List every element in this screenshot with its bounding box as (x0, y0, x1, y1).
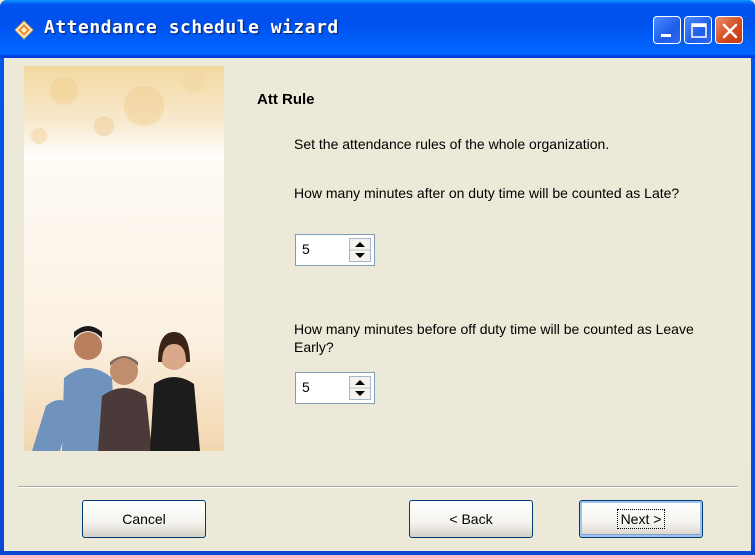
back-button[interactable]: < Back (409, 500, 533, 538)
window-title: Attendance schedule wizard (44, 17, 339, 38)
maximize-icon (691, 23, 707, 38)
page-title: Att Rule (257, 91, 315, 108)
minimize-icon (661, 34, 671, 37)
cancel-button-label: Cancel (122, 511, 166, 527)
page-description: Set the attendance rules of the whole or… (294, 136, 610, 152)
close-icon (722, 23, 738, 39)
close-button[interactable] (715, 16, 743, 44)
wizard-side-image (24, 66, 224, 451)
late-minutes-label: How many minutes after on duty time will… (294, 185, 680, 201)
wizard-client-area: Att Rule Set the attendance rules of the… (4, 58, 751, 551)
late-minutes-value[interactable]: 5 (302, 241, 310, 257)
spinner-arrows-icon[interactable] (349, 238, 371, 262)
wizard-app-icon (14, 20, 34, 40)
wizard-window: Attendance schedule wizard Att Rule Set … (0, 0, 755, 555)
leave-early-minutes-label: How many minutes before off duty time wi… (294, 321, 694, 355)
minimize-button[interactable] (653, 16, 681, 44)
next-button-label: Next > (616, 509, 666, 529)
late-minutes-spinner[interactable]: 5 (295, 234, 375, 266)
maximize-button[interactable] (684, 16, 712, 44)
footer-separator (18, 486, 738, 488)
next-button[interactable]: Next > (579, 500, 703, 538)
title-bar[interactable]: Attendance schedule wizard (0, 0, 755, 58)
leave-early-minutes-spinner[interactable]: 5 (295, 372, 375, 404)
cancel-button[interactable]: Cancel (82, 500, 206, 538)
spinner-arrows-icon[interactable] (349, 376, 371, 400)
leave-early-minutes-value[interactable]: 5 (302, 379, 310, 395)
back-button-label: < Back (449, 511, 493, 527)
